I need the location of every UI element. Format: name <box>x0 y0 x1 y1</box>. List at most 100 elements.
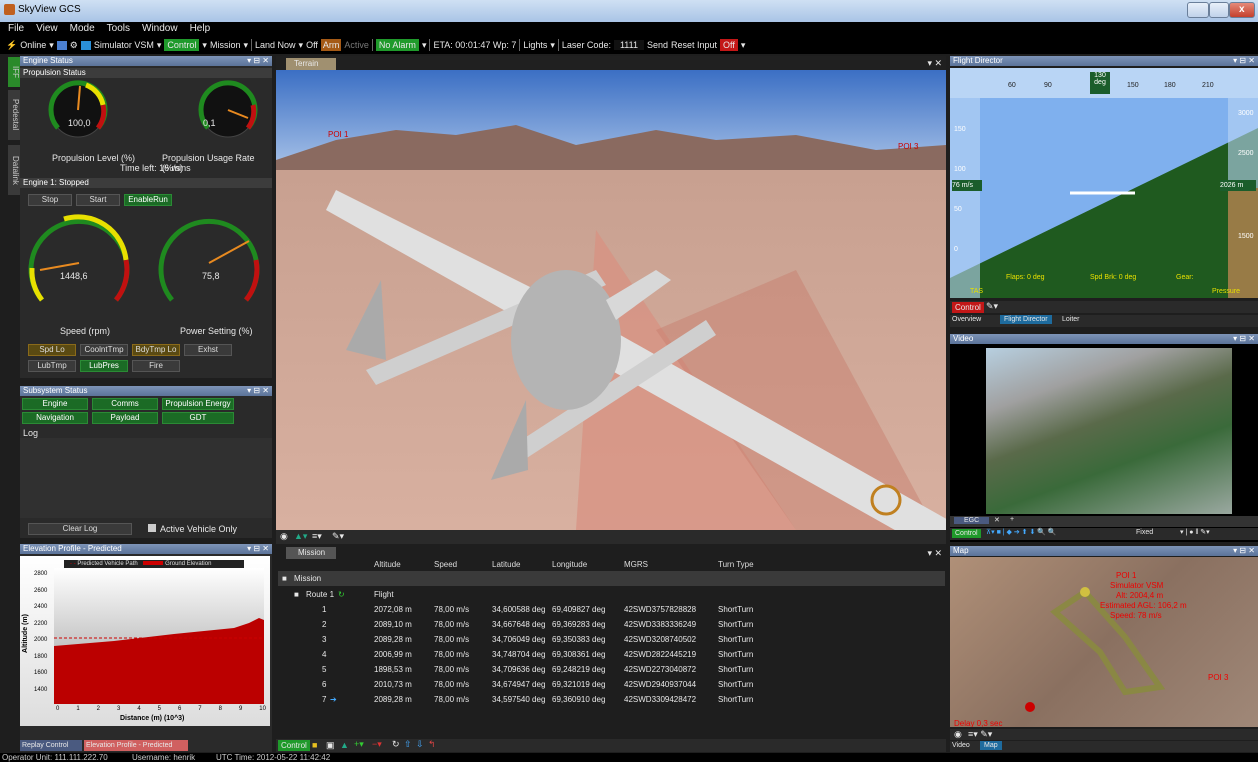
tab-replay-control[interactable]: Replay Control <box>20 740 82 751</box>
table-row[interactable]: 5 1898,53 m 78,00 m/s 34,709636 deg 69,24821… <box>278 662 945 677</box>
reset-input-button[interactable]: Reset Input <box>671 40 717 50</box>
mission-dropdown[interactable]: Mission <box>210 40 241 50</box>
refresh-icon[interactable]: ↻ <box>392 739 400 750</box>
map-poi-3[interactable]: POI 3 <box>1208 673 1228 682</box>
globe-icon[interactable]: ◉ <box>954 729 962 740</box>
video-feed[interactable] <box>986 348 1232 514</box>
panel-controls-icon[interactable]: ▾ ⊟ ✕ <box>247 386 269 396</box>
panel-controls-icon[interactable]: ▾ ⊟ ✕ <box>1233 546 1255 556</box>
zoom-mode-dropdown[interactable]: Fixed <box>1136 529 1153 536</box>
tree-route-1[interactable]: ■ Route 1 ↻ Flight <box>278 587 945 602</box>
tab-terrain[interactable]: Terrain <box>286 58 336 70</box>
legend-ground-elevation: Ground Elevation <box>165 561 212 567</box>
table-row[interactable]: 4 2006,99 m 78,00 m/s 34,748704 deg 69,30836… <box>278 647 945 662</box>
laser-code-input[interactable]: 1111 <box>613 40 644 50</box>
folder-icon[interactable]: ■ <box>312 740 317 750</box>
active-button[interactable]: Active <box>344 40 369 50</box>
pressure-dropdown[interactable]: Pressure <box>1212 288 1240 295</box>
enable-run-button[interactable]: EnableRun <box>124 194 172 206</box>
subsystem-gdt[interactable]: GDT <box>162 412 234 424</box>
fd-control-button[interactable]: Control <box>952 302 984 313</box>
send-button[interactable]: Send <box>647 40 668 50</box>
record-controls-icon[interactable]: ▾ | ● ‖ ✎▾ <box>1180 528 1210 536</box>
table-row[interactable]: 3 2089,28 m 78,00 m/s 34,706049 deg 69,35038… <box>278 632 945 647</box>
maximize-button[interactable] <box>1209 2 1229 18</box>
tab-elevation-profile[interactable]: Elevation Profile - Predicted <box>84 740 188 751</box>
off-toggle[interactable]: Off <box>720 39 738 51</box>
tas-dropdown[interactable]: TAS <box>970 288 983 295</box>
tab-map[interactable]: Map <box>980 741 1002 750</box>
layers-icon[interactable]: ≡▾ <box>312 531 322 542</box>
map-poi-1[interactable]: POI 1 <box>1116 571 1136 580</box>
tab-video[interactable]: Video <box>952 742 970 749</box>
monitor-icon[interactable] <box>56 40 67 50</box>
terrain-3d-view[interactable]: POI 1 POI 3 <box>276 70 946 530</box>
tree-mission-root[interactable]: ■ Mission <box>278 571 945 586</box>
close-icon[interactable]: ▾ ✕ <box>927 58 942 69</box>
subsystem-engine[interactable]: Engine <box>22 398 88 410</box>
minimize-button[interactable] <box>1187 2 1209 18</box>
side-tab-pedestal[interactable]: Pedestal <box>8 90 20 140</box>
close-icon[interactable]: ✕ <box>994 516 1000 524</box>
subsystem-comms[interactable]: Comms <box>92 398 158 410</box>
subsystem-navigation[interactable]: Navigation <box>22 412 88 424</box>
mission-control-button[interactable]: Control <box>278 740 310 751</box>
move-up-icon[interactable]: ⇧ <box>404 739 412 750</box>
stop-button[interactable]: Stop <box>28 194 72 206</box>
tab-loiter[interactable]: Loiter <box>1062 316 1080 323</box>
active-vehicle-checkbox[interactable] <box>148 524 156 532</box>
subsystem-propulsion-energy[interactable]: Propulsion Energy <box>162 398 234 410</box>
wrench-icon[interactable]: ✎▾ <box>332 531 344 542</box>
clear-log-button[interactable]: Clear Log <box>28 523 132 535</box>
table-row[interactable]: 7 ➔ 2089,28 m 78,00 m/s 34,597540 deg 69,3609… <box>278 692 945 707</box>
window-titlebar: SkyView GCS x <box>0 0 1258 22</box>
arm-button[interactable]: Arm <box>320 39 342 51</box>
menu-view[interactable]: View <box>36 23 58 34</box>
menu-mode[interactable]: Mode <box>70 23 95 34</box>
layers-icon[interactable]: ≡▾ ✎▾ <box>968 729 992 740</box>
subsystem-payload[interactable]: Payload <box>92 412 158 424</box>
table-row[interactable]: 2 2089,10 m 78,00 m/s 34,667648 deg 69,36928… <box>278 617 945 632</box>
terrain-icon[interactable]: ▲▾ <box>294 531 307 542</box>
alarm-dropdown[interactable]: No Alarm <box>375 39 419 51</box>
land-now-button[interactable]: Land Now <box>255 40 296 50</box>
tab-mission[interactable]: Mission <box>286 547 336 559</box>
panel-controls-icon[interactable]: ▾ ⊟ ✕ <box>1233 56 1255 66</box>
globe-icon[interactable]: ◉ <box>280 531 288 542</box>
remove-icon[interactable]: −▾ <box>372 739 382 750</box>
panel-controls-icon[interactable]: ▾ ⊟ ✕ <box>247 544 269 554</box>
simulator-dropdown[interactable]: Simulator VSM <box>94 40 154 50</box>
tab-flight-director[interactable]: Flight Director <box>1000 315 1052 324</box>
video-tools-icon[interactable]: ⊼▾ ■ | ◆ ➔ ⬆ ⬇ 🔍 🔍 <box>986 528 1057 536</box>
add-tab-icon[interactable]: + <box>1010 516 1014 523</box>
table-row[interactable]: 6 2010,73 m 78,00 m/s 34,674947 deg 69,32101… <box>278 677 945 692</box>
map-view[interactable]: POI 1 Simulator VSM Alt: 2004,4 m Estima… <box>950 557 1258 727</box>
poi-1-label[interactable]: POI 1 <box>328 130 348 139</box>
menu-tools[interactable]: Tools <box>107 23 130 34</box>
menu-help[interactable]: Help <box>190 23 211 34</box>
terrain-icon[interactable]: ▲ <box>340 740 349 750</box>
menu-file[interactable]: File <box>8 23 24 34</box>
side-tab-iff[interactable]: IFF <box>8 57 20 87</box>
tab-egc[interactable]: EGC <box>954 517 990 524</box>
lights-dropdown[interactable]: Lights <box>523 40 547 50</box>
undo-icon[interactable]: ↰ <box>428 739 436 750</box>
control-button[interactable]: Control <box>164 39 200 51</box>
poi-3-label[interactable]: POI 3 <box>898 142 918 151</box>
panel-controls-icon[interactable]: ▾ ⊟ ✕ <box>1233 334 1255 344</box>
close-icon[interactable]: ▾ ✕ <box>927 548 942 559</box>
wrench-icon[interactable]: ✎▾ <box>986 301 998 312</box>
add-icon[interactable]: +▾ <box>354 739 364 750</box>
move-down-icon[interactable]: ⇩ <box>416 739 424 750</box>
side-tab-datalink[interactable]: Datalink <box>8 145 20 195</box>
save-icon[interactable]: ▣ <box>326 740 335 751</box>
menu-window[interactable]: Window <box>142 23 178 34</box>
tab-overview[interactable]: Overview <box>952 316 981 323</box>
video-control-button[interactable]: Control <box>952 529 981 538</box>
start-button[interactable]: Start <box>76 194 120 206</box>
gear-icon[interactable]: ⚙ <box>70 40 78 51</box>
online-dropdown[interactable]: Online <box>20 40 46 50</box>
table-row[interactable]: 1 2072,08 m 78,00 m/s 34,600588 deg 69,40982… <box>278 602 945 617</box>
close-button[interactable]: x <box>1229 2 1255 18</box>
panel-controls-icon[interactable]: ▾ ⊟ ✕ <box>247 56 269 66</box>
